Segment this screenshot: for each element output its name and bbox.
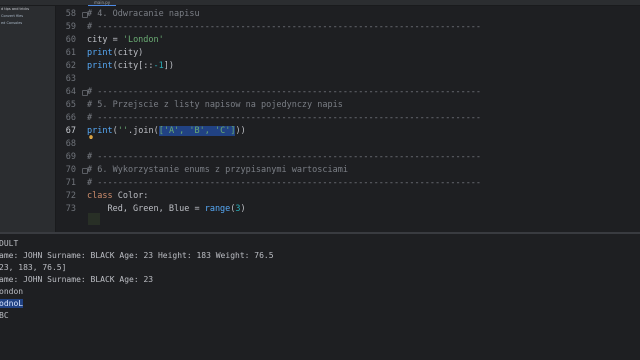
code-line-comment: # --------------------------------------… <box>87 87 482 97</box>
run-console[interactable]: DULT ame: JOHN Surname: BLACK Age: 23 He… <box>0 234 640 360</box>
console-output-line-selected: odnoL <box>0 298 24 310</box>
project-tree-item[interactable]: d tips and tricks <box>0 6 55 13</box>
code-line-comment: # --------------------------------------… <box>87 152 482 162</box>
line-number-gutter: 58 59 60 61 62 63 64 65 66 67 68 69 70 7… <box>56 6 82 232</box>
code-builtin: print <box>87 126 113 136</box>
code-line-comment: # --------------------------------------… <box>87 113 482 123</box>
code-line: city = 'London' <box>87 34 164 47</box>
line-number: 63 <box>65 74 76 84</box>
line-number: 59 <box>65 22 76 32</box>
code-token: )) <box>235 126 246 136</box>
code-token: Red, Green, Blue = <box>87 204 205 214</box>
line-number: 64 <box>65 87 76 97</box>
code-line: print(city) <box>87 47 143 60</box>
code-line-comment: # --------------------------------------… <box>87 22 482 32</box>
code-line-comment: # 5. Przejscie z listy napisow na pojedy… <box>87 100 343 110</box>
console-output-line: DULT <box>0 239 19 248</box>
code-builtin: range <box>204 204 231 214</box>
code-token: city = <box>87 35 123 45</box>
code-string: 'London' <box>122 35 164 45</box>
line-number: 62 <box>65 61 76 71</box>
code-method: join <box>133 126 154 136</box>
console-output-line: ondon <box>0 287 24 296</box>
code-editor[interactable]: # 4. Odwracanie napisu # ---------------… <box>82 6 640 232</box>
code-token: ]) <box>163 61 175 71</box>
code-token: Color: <box>117 191 149 201</box>
project-tree-item[interactable]: Convert files <box>0 13 55 20</box>
code-builtin: print <box>87 61 113 71</box>
code-number: -1 <box>153 61 164 71</box>
code-builtin: print <box>87 48 113 58</box>
console-output-line: 23, 183, 76.5] <box>0 263 67 272</box>
code-keyword: class <box>87 191 118 201</box>
code-line-comment: # 4. Odwracanie napisu <box>87 9 200 19</box>
project-panel: d tips and tricks Convert files ed Conso… <box>0 6 56 232</box>
code-token: (city[:: <box>112 61 154 71</box>
line-number: 66 <box>65 113 76 123</box>
line-number: 71 <box>65 178 76 188</box>
code-token: ) <box>240 204 246 214</box>
code-line-comment: # 6. Wykorzystanie enums z przypisanymi … <box>87 165 348 175</box>
code-line: class Color: <box>87 190 148 203</box>
code-token: (city) <box>112 48 144 58</box>
code-line: print(city[::-1]) <box>87 60 174 73</box>
code-line: Red, Green, Blue = range(3) <box>87 203 246 216</box>
console-output-line: ame: JOHN Surname: BLACK Age: 23 Height:… <box>0 251 274 260</box>
line-number: 73 <box>65 204 76 214</box>
code-token: ( <box>153 126 159 136</box>
code-line-current: print(''.join(['A', 'B', 'C'])) <box>87 125 246 138</box>
line-number: 65 <box>65 100 76 110</box>
line-number: 72 <box>65 191 76 201</box>
line-number: 69 <box>65 152 76 162</box>
line-number: 70 <box>65 165 76 175</box>
code-line-comment: # --------------------------------------… <box>87 178 482 188</box>
console-output-line: BC <box>0 311 9 320</box>
code-string: '' <box>117 126 128 136</box>
line-number: 60 <box>65 35 76 45</box>
console-selection[interactable]: odnoL <box>0 299 24 308</box>
project-tree-item[interactable]: ed Consoles <box>0 20 55 27</box>
line-number: 61 <box>65 48 76 58</box>
line-number-active: 67 <box>65 126 76 136</box>
code-selection[interactable]: ['A', 'B', 'C'] <box>158 126 236 136</box>
console-output-line: ame: JOHN Surname: BLACK Age: 23 <box>0 275 154 284</box>
line-number: 58 <box>65 9 76 19</box>
line-number: 68 <box>65 139 76 149</box>
